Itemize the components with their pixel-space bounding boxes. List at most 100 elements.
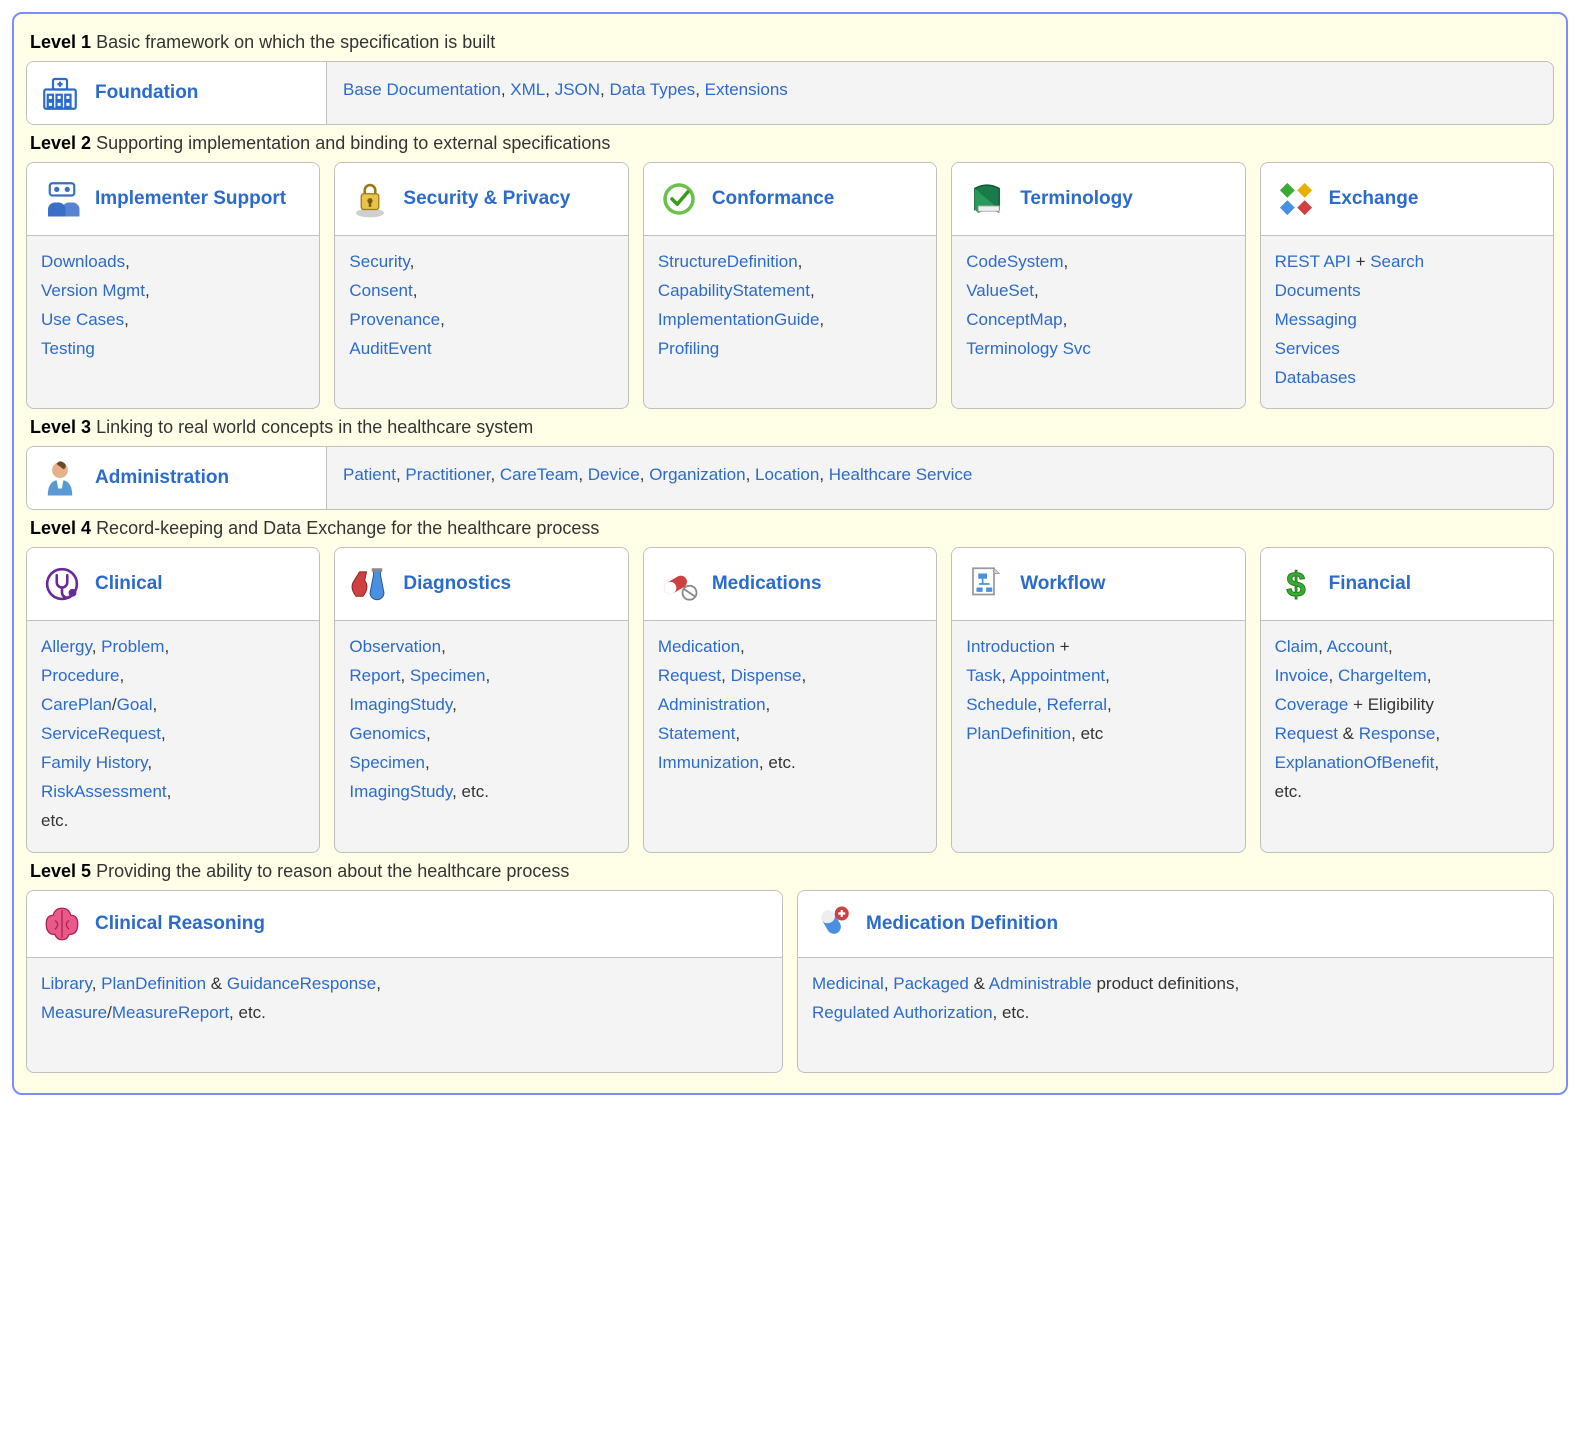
link-referral[interactable]: Referral [1047, 695, 1107, 714]
security-privacy-card: Security & Privacy Security, Consent, Pr… [334, 162, 628, 409]
link-claim[interactable]: Claim [1275, 637, 1318, 656]
link-medicinal[interactable]: Medicinal [812, 974, 884, 993]
link-task[interactable]: Task [966, 666, 1001, 685]
link-measure[interactable]: Measure [41, 1003, 107, 1022]
link-administrable[interactable]: Administrable [989, 974, 1092, 993]
workflow-title[interactable]: Workflow [1020, 573, 1105, 595]
link-appointment[interactable]: Appointment [1010, 666, 1105, 685]
link-account[interactable]: Account [1327, 637, 1388, 656]
link-location[interactable]: Location [755, 465, 819, 484]
link-documents[interactable]: Documents [1275, 281, 1361, 300]
diag-etc: , etc. [452, 782, 489, 801]
link-patient[interactable]: Patient [343, 465, 396, 484]
link-problem[interactable]: Problem [101, 637, 164, 656]
link-riskassessment[interactable]: RiskAssessment [41, 782, 167, 801]
link-wf-introduction[interactable]: Introduction [966, 637, 1055, 656]
diagnostics-title[interactable]: Diagnostics [403, 573, 511, 595]
brain-icon [41, 903, 83, 945]
link-servicerequest[interactable]: ServiceRequest [41, 724, 161, 743]
link-json[interactable]: JSON [555, 80, 600, 99]
link-med-request[interactable]: Request [658, 666, 721, 685]
link-plandefinition[interactable]: PlanDefinition [966, 724, 1071, 743]
security-privacy-title[interactable]: Security & Privacy [403, 188, 570, 210]
terminology-title[interactable]: Terminology [1020, 188, 1133, 210]
link-base-documentation[interactable]: Base Documentation [343, 80, 501, 99]
link-elig-response[interactable]: Response [1359, 724, 1436, 743]
medications-title[interactable]: Medications [712, 573, 822, 595]
link-security[interactable]: Security [349, 252, 409, 271]
link-conceptmap[interactable]: ConceptMap [966, 310, 1062, 329]
link-extensions[interactable]: Extensions [705, 80, 788, 99]
meds-etc: , etc. [759, 753, 796, 772]
link-elig-request[interactable]: Request [1275, 724, 1338, 743]
link-data-types[interactable]: Data Types [610, 80, 696, 99]
link-implementationguide[interactable]: ImplementationGuide [658, 310, 820, 329]
link-regulated-authorization[interactable]: Regulated Authorization [812, 1003, 993, 1022]
administration-title[interactable]: Administration [95, 467, 229, 489]
link-imagingstudy-2[interactable]: ImagingStudy [349, 782, 452, 801]
link-careplan[interactable]: CarePlan [41, 695, 112, 714]
link-search[interactable]: Search [1370, 252, 1424, 271]
link-coverage[interactable]: Coverage [1275, 695, 1349, 714]
link-testing[interactable]: Testing [41, 339, 95, 358]
link-organization[interactable]: Organization [649, 465, 745, 484]
link-valueset[interactable]: ValueSet [966, 281, 1034, 300]
link-medication[interactable]: Medication [658, 637, 740, 656]
implementer-support-card: Implementer Support Downloads, Version M… [26, 162, 320, 409]
medication-definition-title[interactable]: Medication Definition [866, 913, 1058, 935]
link-goal[interactable]: Goal [117, 695, 153, 714]
link-services[interactable]: Services [1275, 339, 1340, 358]
link-xml[interactable]: XML [510, 80, 545, 99]
link-immunization[interactable]: Immunization [658, 753, 759, 772]
link-specimen[interactable]: Specimen [410, 666, 486, 685]
implementer-support-title[interactable]: Implementer Support [95, 188, 286, 210]
link-genomics[interactable]: Genomics [349, 724, 426, 743]
link-library[interactable]: Library [41, 974, 92, 993]
link-observation[interactable]: Observation [349, 637, 441, 656]
foundation-title[interactable]: Foundation [95, 82, 198, 104]
link-databases[interactable]: Databases [1275, 368, 1356, 387]
link-provenance[interactable]: Provenance [349, 310, 440, 329]
link-statement[interactable]: Statement [658, 724, 736, 743]
link-invoice[interactable]: Invoice [1275, 666, 1329, 685]
link-healthcare-service[interactable]: Healthcare Service [829, 465, 973, 484]
link-structuredefinition[interactable]: StructureDefinition [658, 252, 798, 271]
link-eob[interactable]: ExplanationOfBenefit [1275, 753, 1435, 772]
link-specimen-2[interactable]: Specimen [349, 753, 425, 772]
link-downloads[interactable]: Downloads [41, 252, 125, 271]
exchange-diamonds-icon [1275, 178, 1317, 220]
link-report[interactable]: Report [349, 666, 400, 685]
link-messaging[interactable]: Messaging [1275, 310, 1357, 329]
link-terminology-svc[interactable]: Terminology Svc [966, 339, 1091, 358]
link-capabilitystatement[interactable]: CapabilityStatement [658, 281, 810, 300]
financial-title[interactable]: Financial [1329, 573, 1411, 595]
link-version-mgmt[interactable]: Version Mgmt [41, 281, 145, 300]
conformance-title[interactable]: Conformance [712, 188, 834, 210]
link-use-cases[interactable]: Use Cases [41, 310, 124, 329]
link-imagingstudy[interactable]: ImagingStudy [349, 695, 452, 714]
link-allergy[interactable]: Allergy [41, 637, 92, 656]
hospital-icon [39, 72, 81, 114]
link-dispense[interactable]: Dispense [731, 666, 802, 685]
link-profiling[interactable]: Profiling [658, 339, 719, 358]
link-measurereport[interactable]: MeasureReport [112, 1003, 229, 1022]
link-chargeitem[interactable]: ChargeItem [1338, 666, 1427, 685]
link-consent[interactable]: Consent [349, 281, 412, 300]
link-med-administration[interactable]: Administration [658, 695, 766, 714]
conformance-card: Conformance StructureDefinition, Capabil… [643, 162, 937, 409]
link-codesystem[interactable]: CodeSystem [966, 252, 1063, 271]
link-guidanceresponse[interactable]: GuidanceResponse [227, 974, 376, 993]
link-cr-plandefinition[interactable]: PlanDefinition [101, 974, 206, 993]
link-family-history[interactable]: Family History [41, 753, 147, 772]
exchange-title[interactable]: Exchange [1329, 188, 1419, 210]
link-device[interactable]: Device [588, 465, 640, 484]
link-schedule[interactable]: Schedule [966, 695, 1037, 714]
link-careteam[interactable]: CareTeam [500, 465, 578, 484]
link-procedure[interactable]: Procedure [41, 666, 119, 685]
link-rest-api[interactable]: REST API [1275, 252, 1351, 271]
clinical-title[interactable]: Clinical [95, 573, 163, 595]
link-practitioner[interactable]: Practitioner [405, 465, 490, 484]
link-auditevent[interactable]: AuditEvent [349, 339, 431, 358]
link-packaged[interactable]: Packaged [893, 974, 969, 993]
clinical-reasoning-title[interactable]: Clinical Reasoning [95, 913, 265, 935]
